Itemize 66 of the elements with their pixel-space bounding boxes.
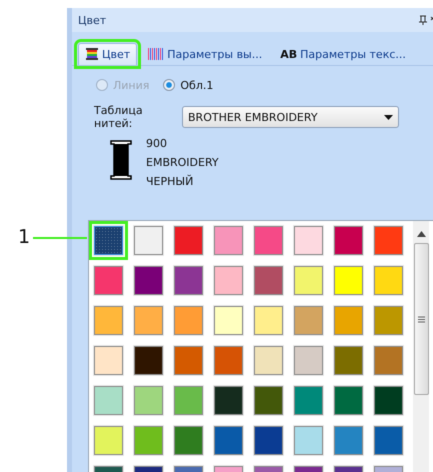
color-swatch[interactable] <box>174 346 203 375</box>
color-swatch[interactable] <box>374 386 403 415</box>
color-swatch[interactable] <box>334 346 363 375</box>
panel-tab[interactable]: Параметры вы... <box>141 43 270 65</box>
color-swatch[interactable] <box>294 426 323 455</box>
color-swatch[interactable] <box>134 426 163 455</box>
color-swatch[interactable] <box>214 266 243 295</box>
color-swatch[interactable] <box>94 346 123 375</box>
thread-table-dropdown[interactable]: BROTHER EMBROIDERY <box>182 106 399 128</box>
radio-icon[interactable] <box>163 79 176 91</box>
color-swatch[interactable] <box>294 346 323 375</box>
color-swatch[interactable] <box>94 426 123 455</box>
color-swatch[interactable] <box>134 266 163 295</box>
color-swatch[interactable] <box>334 386 363 415</box>
text-style-icon: AB <box>280 48 298 61</box>
color-swatch[interactable] <box>334 266 363 295</box>
color-swatch[interactable] <box>334 226 363 255</box>
color-swatch[interactable] <box>254 346 283 375</box>
grip-icon <box>418 316 424 322</box>
color-swatch[interactable] <box>174 426 203 455</box>
color-swatch[interactable] <box>374 226 403 255</box>
color-swatch[interactable] <box>94 266 123 295</box>
color-swatch[interactable] <box>294 386 323 415</box>
caret-icon <box>384 114 393 120</box>
panel-title: Цвет <box>78 14 106 26</box>
pin-icon[interactable] <box>417 15 433 25</box>
color-swatch[interactable] <box>334 426 363 455</box>
color-swatch[interactable] <box>254 426 283 455</box>
color-swatch[interactable] <box>174 386 203 415</box>
color-swatch[interactable] <box>254 386 283 415</box>
color-swatch[interactable] <box>214 346 243 375</box>
color-swatch[interactable] <box>134 386 163 415</box>
color-swatch[interactable] <box>374 306 403 335</box>
color-swatch[interactable] <box>134 346 163 375</box>
color-swatch[interactable] <box>174 266 203 295</box>
spool-icon <box>85 47 99 61</box>
color-swatch[interactable] <box>294 226 323 255</box>
color-swatch[interactable] <box>134 306 163 335</box>
callout-number: 1 <box>18 226 30 248</box>
color-swatch[interactable] <box>94 306 123 335</box>
color-swatch[interactable] <box>214 226 243 255</box>
panel-tab[interactable]: AB Параметры текс... <box>273 44 413 65</box>
color-swatch[interactable] <box>294 266 323 295</box>
color-swatch[interactable] <box>94 386 123 415</box>
color-swatch[interactable] <box>254 266 283 295</box>
scroll-up-icon[interactable] <box>416 231 426 237</box>
stripes-icon <box>148 47 164 61</box>
color-swatch[interactable] <box>214 426 243 455</box>
thread-table-label: Таблица нитей: <box>94 104 144 130</box>
color-swatch[interactable] <box>134 226 163 255</box>
scrollbar[interactable] <box>413 221 429 472</box>
scroll-thumb[interactable] <box>414 243 428 395</box>
color-swatch[interactable] <box>374 346 403 375</box>
color-swatch[interactable] <box>214 306 243 335</box>
leader-line <box>33 237 87 239</box>
color-swatch[interactable] <box>254 226 283 255</box>
radio-option[interactable]: Обл.1 <box>163 78 214 92</box>
color-swatch[interactable] <box>174 306 203 335</box>
color-swatch[interactable] <box>334 306 363 335</box>
color-swatch[interactable] <box>254 306 283 335</box>
thread-info: 900 EMBROIDERY ЧЕРНЫЙ <box>146 136 219 190</box>
color-swatch[interactable] <box>214 386 243 415</box>
color-swatch[interactable] <box>374 266 403 295</box>
color-swatch[interactable] <box>374 426 403 455</box>
color-swatch[interactable] <box>294 306 323 335</box>
color-swatch[interactable] <box>174 226 203 255</box>
